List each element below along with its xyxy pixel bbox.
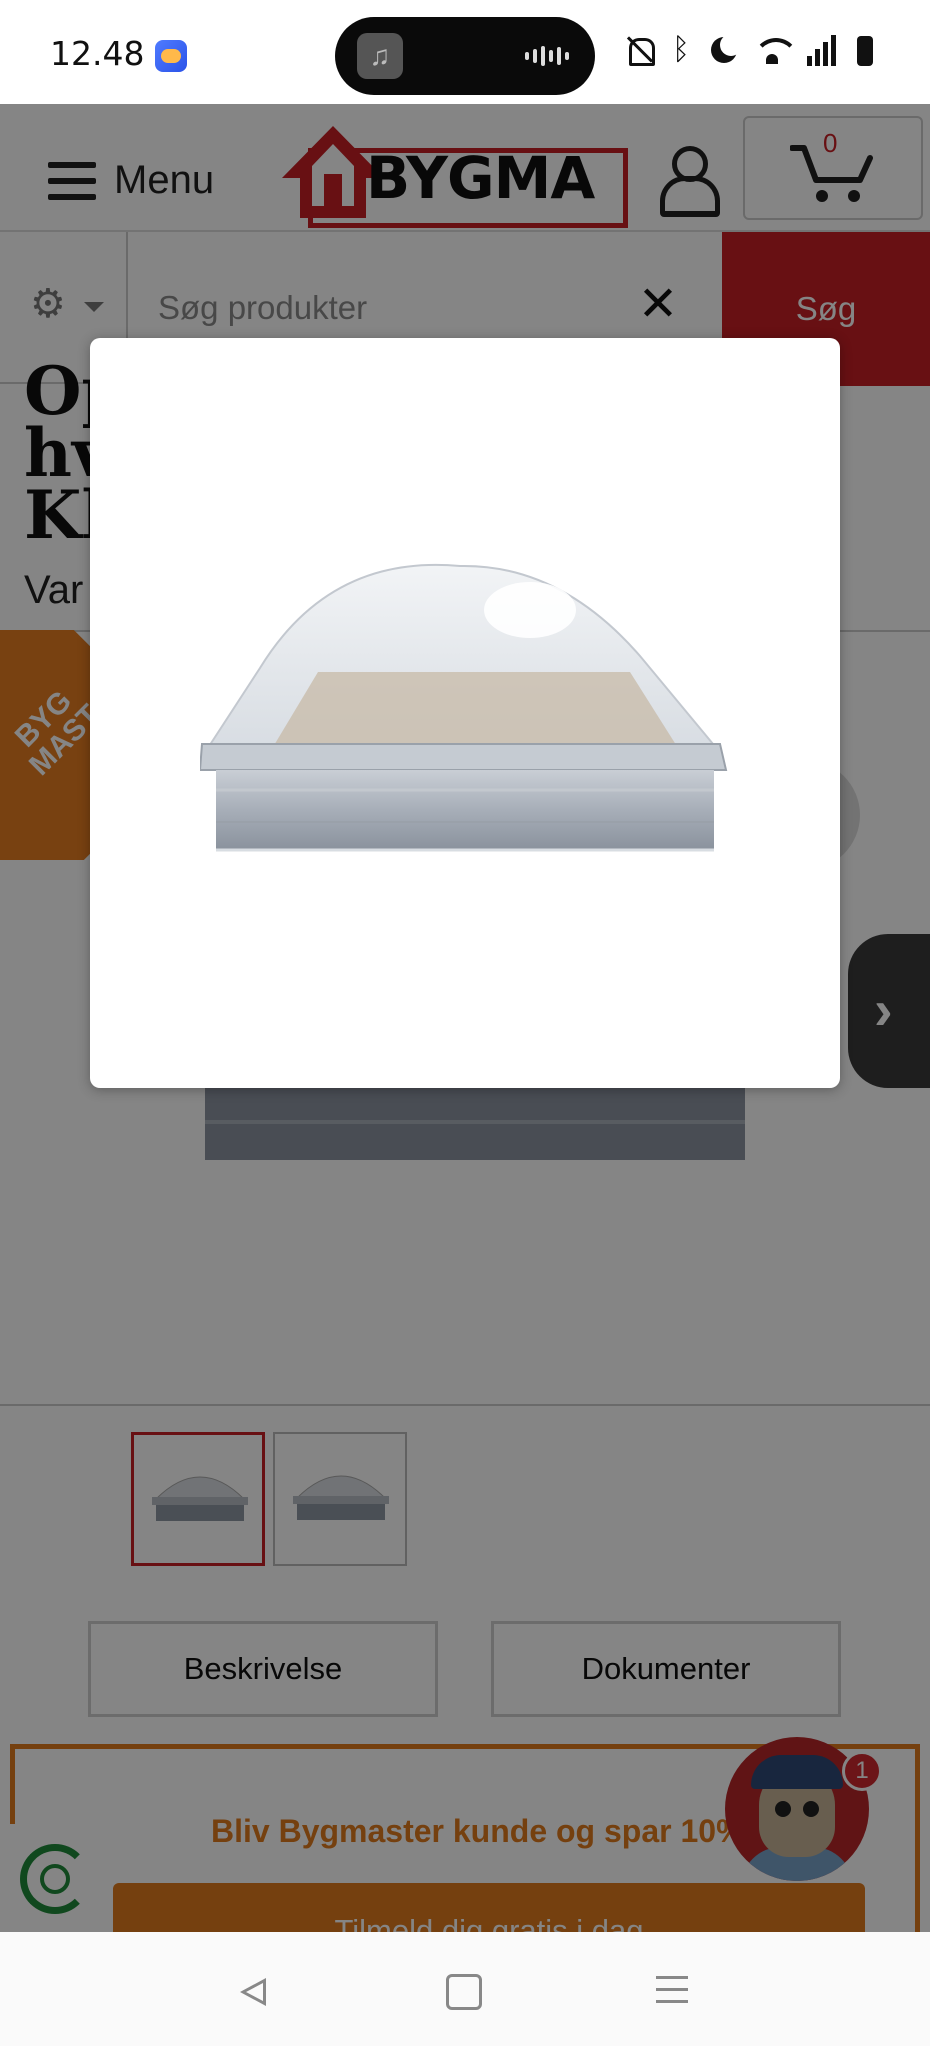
audio-wave-icon bbox=[525, 45, 569, 67]
battery-icon bbox=[855, 34, 875, 66]
moon-icon bbox=[709, 34, 742, 66]
system-nav-bar bbox=[0, 1932, 930, 2046]
dynamic-island[interactable]: ♫ bbox=[335, 17, 595, 95]
bluetooth-icon: ᛒ bbox=[672, 33, 690, 66]
skylight-dome-icon bbox=[200, 563, 728, 852]
muted-bell-icon bbox=[625, 34, 655, 66]
status-bar: 12.48 ♫ ᛒ bbox=[0, 0, 930, 104]
back-icon[interactable] bbox=[230, 1966, 280, 2016]
status-time: 12.48 bbox=[50, 34, 145, 73]
signal-icon bbox=[807, 34, 841, 66]
wifi-icon bbox=[751, 34, 799, 66]
calendar-app-icon bbox=[155, 40, 187, 72]
status-icons: ᛒ bbox=[625, 34, 875, 66]
image-lightbox[interactable] bbox=[90, 338, 840, 1088]
music-icon: ♫ bbox=[357, 33, 403, 79]
recents-icon[interactable] bbox=[652, 1966, 702, 2016]
home-icon[interactable] bbox=[444, 1966, 494, 2016]
